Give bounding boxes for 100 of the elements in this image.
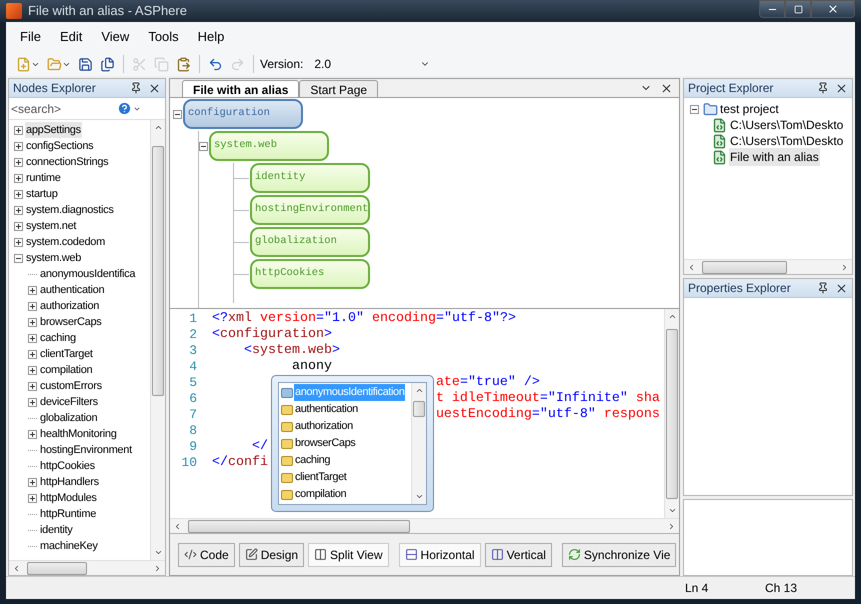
tree-item[interactable]: caching [39, 330, 77, 346]
collapse-icon[interactable] [173, 110, 182, 118]
tree-item[interactable]: connectionStrings [25, 154, 110, 170]
expand-icon[interactable] [14, 158, 23, 166]
view-button[interactable]: Design [238, 542, 304, 566]
tree-item[interactable]: startup [25, 186, 59, 202]
scroll-right-icon[interactable] [840, 262, 849, 272]
scroll-thumb[interactable] [188, 520, 410, 532]
collapse-icon[interactable] [14, 254, 23, 262]
tree-item[interactable]: deviceFilters [39, 394, 99, 410]
tree-item[interactable]: machineKey [39, 538, 99, 554]
expand-icon[interactable] [28, 318, 37, 326]
tree-item[interactable]: C:\Users\Tom\Deskto [729, 132, 844, 150]
tree-item[interactable]: hostingEnvironment [39, 442, 133, 458]
tree-item[interactable]: anonymousIdentifica [39, 266, 136, 282]
horizontal-scrollbar[interactable] [684, 259, 852, 274]
expand-icon[interactable] [28, 286, 37, 294]
scroll-thumb[interactable] [702, 260, 787, 274]
expand-icon[interactable] [28, 398, 37, 406]
tree-item[interactable]: configSections [25, 138, 94, 154]
suggestion-item[interactable]: authorization [279, 418, 354, 435]
scroll-down-icon[interactable] [668, 506, 676, 515]
tree-item[interactable]: authentication [39, 282, 106, 298]
menu-item[interactable]: File [12, 27, 49, 47]
scroll-left-icon[interactable] [687, 262, 696, 272]
scroll-down-icon[interactable] [154, 548, 162, 557]
tree-item[interactable]: healthMonitoring [39, 426, 118, 442]
expand-icon[interactable] [14, 190, 23, 198]
expand-icon[interactable] [14, 174, 23, 182]
search-field[interactable]: <search> [9, 98, 109, 118]
tree-item[interactable]: appSettings [25, 122, 82, 138]
expand-icon[interactable] [14, 126, 23, 134]
close-icon[interactable] [148, 82, 161, 94]
document-tab[interactable]: File with an alias [182, 80, 300, 97]
expand-icon[interactable] [14, 238, 23, 246]
view-button[interactable]: Vertical [484, 542, 552, 566]
close-icon[interactable] [835, 282, 848, 294]
tree-item[interactable]: customErrors [39, 378, 103, 394]
expand-icon[interactable] [28, 382, 37, 390]
tree-item[interactable]: httpHandlers [39, 474, 100, 490]
scroll-left-icon[interactable] [12, 564, 21, 572]
tree-item[interactable]: C:\Users\Tom\Deskto [729, 116, 844, 134]
menu-item[interactable]: Tools [140, 27, 187, 47]
expand-icon[interactable] [14, 206, 23, 214]
close-button[interactable] [811, 0, 855, 18]
view-button[interactable]: Horizontal [398, 542, 481, 566]
help-dropdown[interactable] [117, 101, 141, 116]
horizontal-scrollbar[interactable] [9, 560, 165, 575]
expand-icon[interactable] [28, 366, 37, 374]
expand-icon[interactable] [28, 494, 37, 502]
view-button[interactable]: Code [178, 542, 235, 566]
pin-icon[interactable] [817, 82, 829, 94]
scroll-thumb[interactable] [666, 329, 678, 499]
tree-item[interactable]: runtime [25, 170, 62, 186]
vertical-scrollbar[interactable] [150, 120, 165, 560]
diagram-node[interactable]: configuration [183, 99, 303, 129]
suggestion-item[interactable]: compilation [279, 486, 348, 503]
scroll-thumb[interactable] [413, 401, 425, 417]
collapse-icon[interactable] [199, 142, 208, 150]
tree-item[interactable]: File with an alias [729, 148, 820, 166]
scroll-up-icon[interactable] [154, 123, 162, 132]
scroll-up-icon[interactable] [414, 386, 424, 395]
scroll-right-icon[interactable] [153, 564, 162, 572]
scroll-thumb[interactable] [27, 562, 87, 574]
close-icon[interactable] [660, 82, 673, 95]
tree-item[interactable]: httpRuntime [39, 506, 98, 522]
tree-item[interactable]: system.diagnostics [25, 202, 115, 218]
expand-icon[interactable] [28, 302, 37, 310]
expand-icon[interactable] [28, 350, 37, 358]
tree-item[interactable]: compilation [39, 362, 94, 378]
tree-item[interactable]: httpModules [39, 490, 98, 506]
scroll-up-icon[interactable] [668, 312, 676, 321]
pin-icon[interactable] [130, 82, 142, 94]
expand-icon[interactable] [28, 430, 37, 438]
tree-item[interactable]: clientTarget [39, 346, 94, 362]
close-icon[interactable] [835, 82, 848, 94]
tree-item[interactable]: identity [39, 522, 74, 538]
tree-item[interactable]: test project [720, 100, 779, 118]
maximize-button[interactable] [785, 0, 811, 18]
tree-item[interactable]: system.net [25, 218, 78, 234]
suggestion-item[interactable]: caching [279, 452, 332, 469]
menu-item[interactable]: View [93, 27, 138, 47]
expand-icon[interactable] [14, 222, 23, 230]
expand-icon[interactable] [14, 142, 23, 150]
document-tab[interactable]: Start Page [299, 80, 378, 97]
scroll-right-icon[interactable] [667, 522, 676, 530]
scroll-left-icon[interactable] [173, 522, 182, 530]
expand-icon[interactable] [28, 478, 37, 486]
horizontal-scrollbar[interactable] [170, 518, 679, 533]
menu-item[interactable]: Edit [52, 27, 90, 47]
view-button[interactable]: Synchronize Vie [562, 542, 676, 566]
tree-item[interactable]: system.web [25, 250, 82, 266]
menu-item[interactable]: Help [190, 27, 232, 47]
expand-icon[interactable] [28, 334, 37, 342]
suggestion-item[interactable]: browserCaps [279, 435, 356, 452]
tree-item[interactable]: httpCookies [39, 458, 96, 474]
scroll-down-icon[interactable] [414, 492, 424, 501]
tree-item[interactable]: globalization [39, 410, 98, 426]
collapse-icon[interactable] [690, 104, 699, 114]
tree-item[interactable]: browserCaps [39, 314, 103, 330]
